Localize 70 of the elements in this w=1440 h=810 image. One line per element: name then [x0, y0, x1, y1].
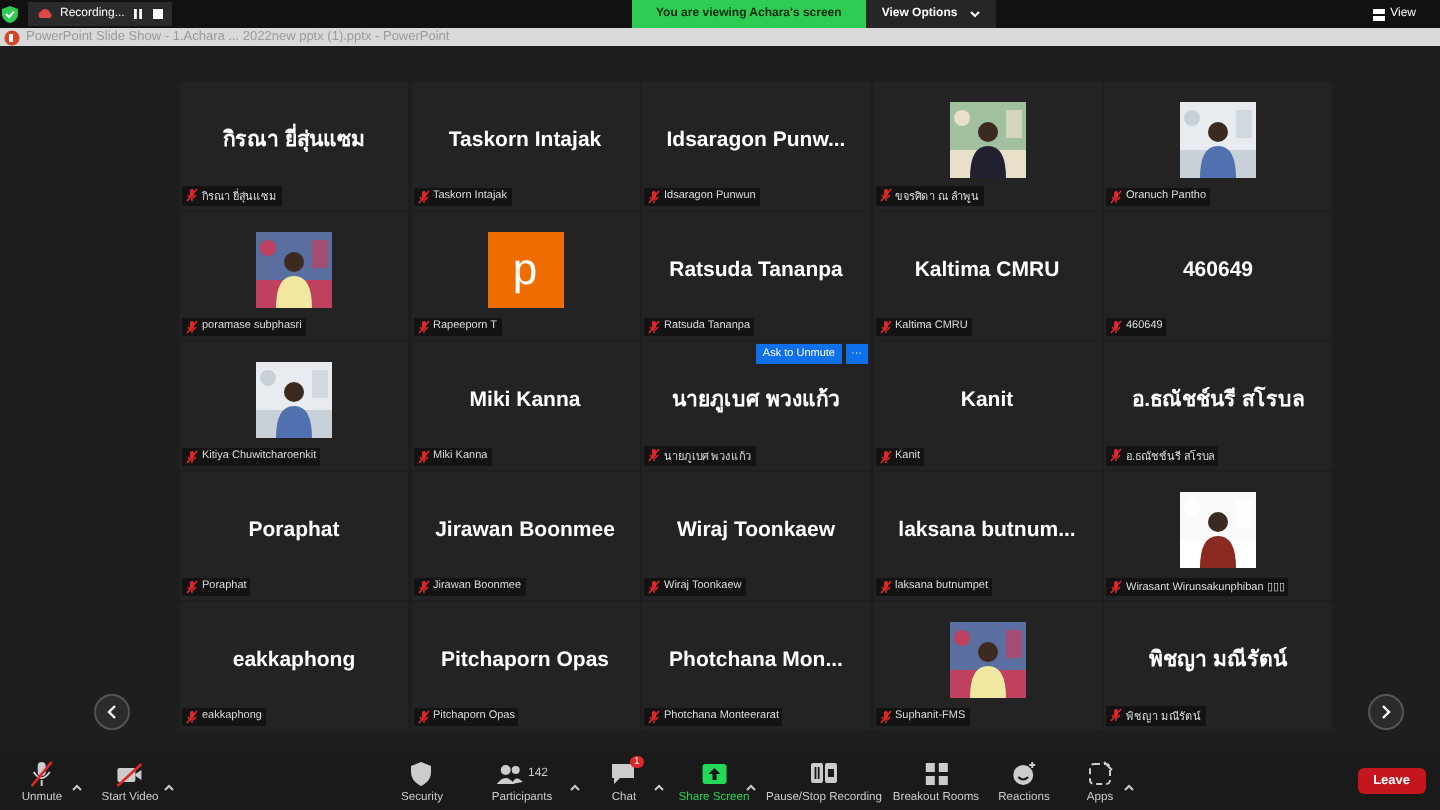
pause-icon [132, 8, 145, 20]
muted-mic-icon [1110, 189, 1122, 203]
muted-mic-icon [1110, 448, 1122, 462]
muted-mic-icon [879, 579, 891, 593]
smiley-icon [1010, 760, 1038, 788]
caret-icon[interactable] [72, 784, 82, 792]
participant-display-name: Kanit [960, 388, 1014, 413]
muted-mic-icon [186, 579, 198, 593]
avatar: p [487, 232, 563, 309]
muted-mic-icon [1110, 319, 1122, 333]
muted-mic-icon [186, 709, 198, 723]
pause-button[interactable] [132, 8, 145, 20]
participant-display-name: 460649 [1182, 258, 1254, 283]
chevron-left-icon [104, 704, 120, 720]
participant-display-name: Idsaragon Punw... [666, 128, 846, 153]
participant-display-name: Photchana Mon... [669, 648, 843, 673]
muted-mic-icon [417, 709, 429, 723]
shield-icon [408, 760, 436, 788]
cloud-icon [36, 6, 52, 22]
pause-stop-icon [810, 760, 838, 788]
next-page-button[interactable] [1368, 694, 1404, 730]
app-icon [4, 29, 20, 45]
participant-display-name: นายภูเบศ พวงแก้ว [672, 386, 840, 417]
caret-icon[interactable] [164, 784, 174, 792]
muted-mic-icon [1110, 708, 1122, 722]
participant-display-name: Miki Kanna [469, 388, 581, 413]
participant-display-name: Pitchaporn Opas [440, 648, 609, 673]
muted-mic-icon [648, 319, 660, 333]
participant-display-name: Taskorn Intajak [448, 128, 602, 153]
muted-mic-icon [1110, 579, 1122, 593]
participant-display-name: พิชญา มณีรัตน์ [1149, 645, 1287, 677]
muted-mic-icon [648, 709, 660, 723]
muted-mic-icon [879, 319, 891, 333]
muted-mic-icon [417, 579, 429, 593]
muted-mic-icon [879, 709, 891, 723]
chevron-right-icon [1378, 704, 1394, 720]
participant-display-name: Kaltima CMRU [914, 258, 1060, 283]
caret-icon [969, 10, 980, 18]
caret-icon[interactable] [570, 784, 580, 792]
muted-mic-icon [186, 188, 198, 202]
muted-mic-icon [186, 449, 198, 463]
shield-icon [0, 4, 20, 24]
people-icon [496, 760, 524, 788]
grid-icon [1372, 7, 1387, 21]
grid-icon [922, 760, 950, 788]
participant-display-name: Ratsuda Tananpa [669, 258, 843, 283]
participant-display-name: Poraphat [248, 518, 340, 543]
stop-button[interactable] [152, 8, 165, 20]
participant-display-name: Jirawan Boonmee [435, 518, 615, 543]
caret-icon[interactable] [1124, 784, 1134, 792]
apps-icon [1086, 760, 1114, 788]
muted-mic-icon [648, 579, 660, 593]
participant-display-name: laksana butnum... [898, 518, 1076, 543]
participant-display-name: Wiraj Toonkaew [676, 518, 836, 543]
muted-mic-icon [417, 189, 429, 203]
participant-display-name: กิรณา ยี่สุ่นแซม [223, 122, 365, 157]
muted-mic-icon [648, 189, 660, 203]
participant-display-name: อ.ธณัชช์นรี สโรบล [1132, 384, 1304, 417]
caret-icon[interactable] [746, 784, 756, 792]
muted-mic-icon [879, 188, 891, 202]
caret-icon[interactable] [654, 784, 664, 792]
muted-mic-icon [879, 449, 891, 463]
previous-page-button[interactable] [94, 694, 130, 730]
stop-icon [152, 8, 165, 20]
muted-mic-icon [648, 448, 660, 462]
chat-bubble-icon [610, 760, 638, 788]
muted-mic-icon [417, 449, 429, 463]
muted-mic-icon [186, 319, 198, 333]
participant-display-name: eakkaphong [232, 648, 356, 673]
muted-mic-icon [417, 319, 429, 333]
